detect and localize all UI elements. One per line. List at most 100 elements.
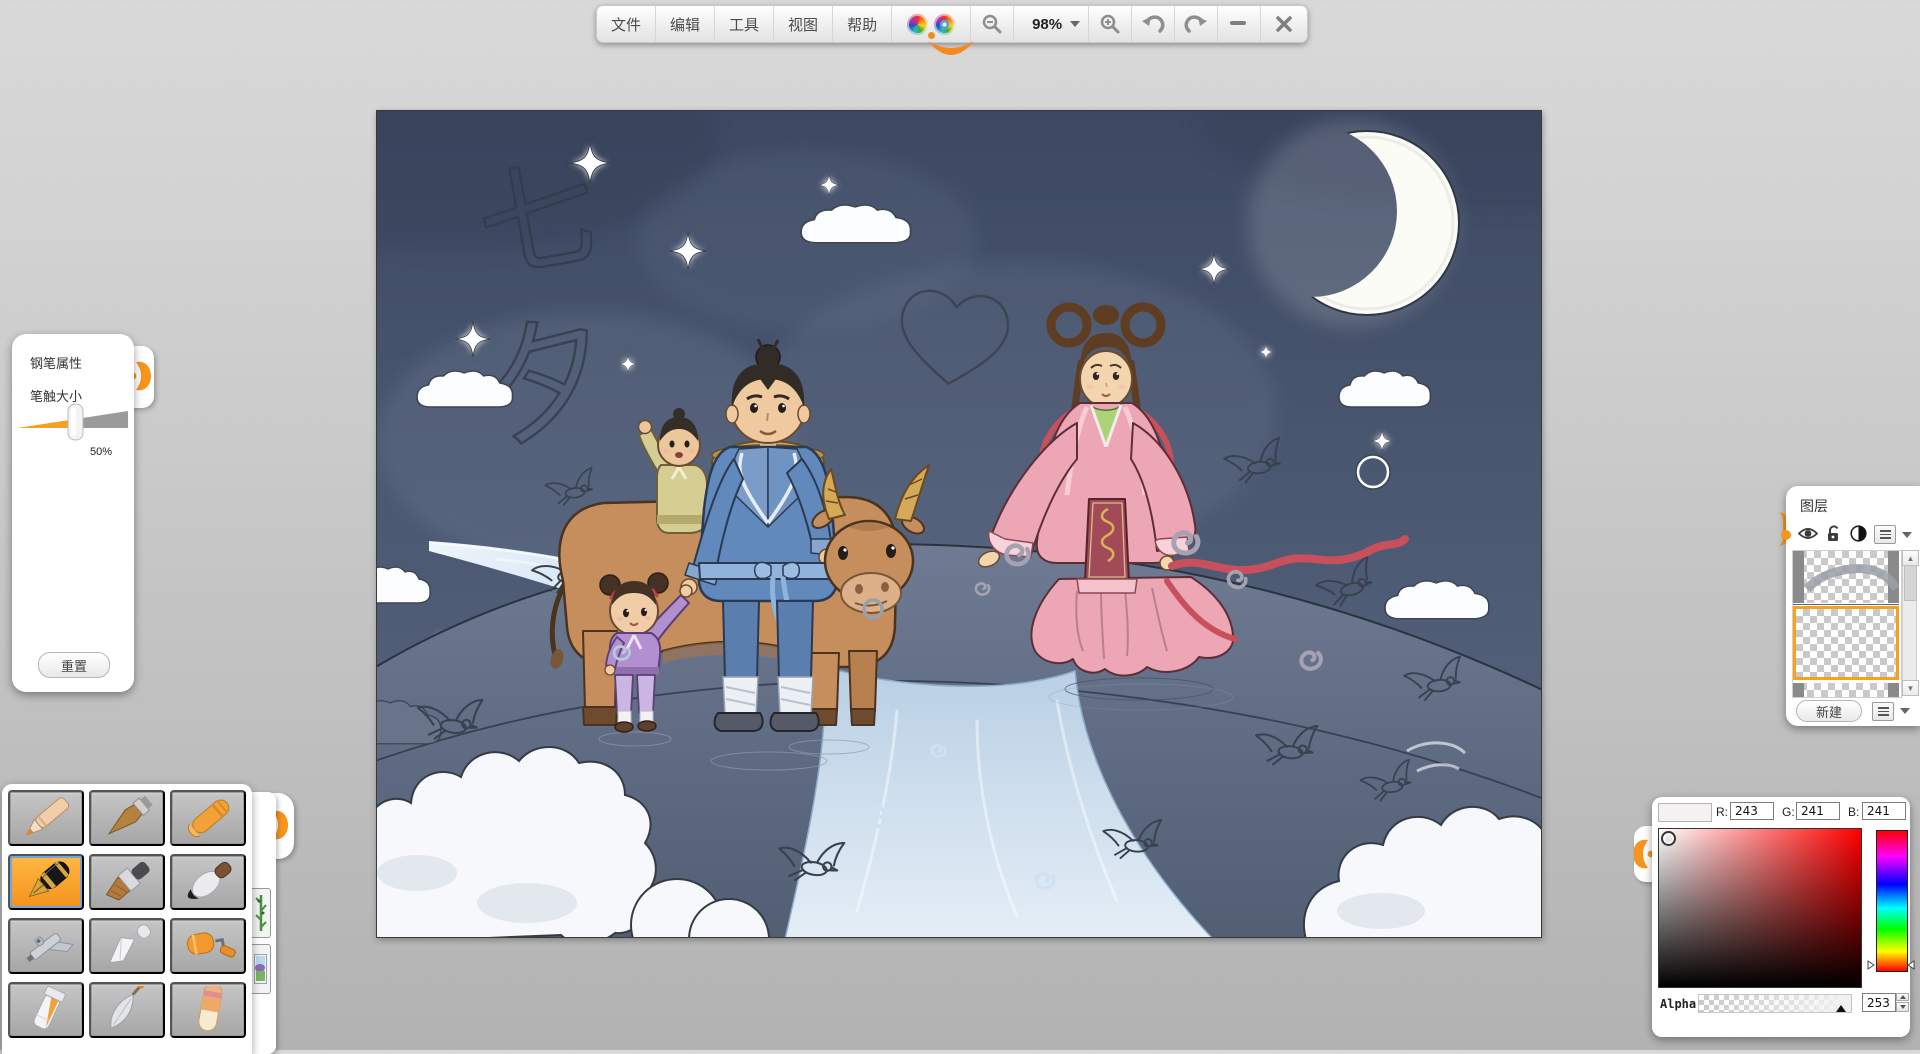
tool-palette-knife[interactable]: [89, 918, 165, 974]
mascot-dot-icon: [1781, 530, 1791, 540]
canvas-artwork: 七 夕: [197, 31, 1797, 980]
tool-wood-stylus[interactable]: [89, 790, 165, 846]
layer-list: [1792, 550, 1902, 698]
alpha-step-up-button[interactable]: [1896, 993, 1909, 1001]
alpha-slider[interactable]: [1698, 994, 1852, 1013]
menu-tools-label: 工具: [729, 16, 760, 34]
tool-leaf-blade[interactable]: [89, 982, 165, 1038]
tool-airbrush[interactable]: [8, 918, 84, 974]
magnifier-plus-icon: [1100, 14, 1120, 34]
redo-arrow-icon: [1184, 15, 1208, 33]
tool-crayon[interactable]: [170, 790, 246, 846]
layer-options-button[interactable]: [1874, 525, 1896, 544]
tool-palette-panel: [2, 784, 252, 1054]
bamboo-icon: [254, 895, 267, 931]
layers-panel: 图层 ▲ ▼ 新建: [1781, 486, 1920, 726]
scroll-up-button[interactable]: ▲: [1902, 550, 1919, 566]
color-picker-panel: R: G: B: Alpha: [1652, 797, 1915, 1037]
pen-properties-panel: 钢笔属性 笔触大小 50% 重置: [12, 334, 134, 692]
tool-flat-brush[interactable]: [89, 854, 165, 910]
close-button[interactable]: [1261, 6, 1307, 42]
layer-row-paint-selected[interactable]: [1793, 606, 1899, 680]
menu-view[interactable]: 视图: [774, 6, 834, 42]
bamboo-decor-button[interactable]: [250, 888, 271, 938]
current-color-swatch: [1658, 803, 1712, 822]
minimize-dash-icon: [1230, 21, 1247, 25]
menu-tools[interactable]: 工具: [715, 6, 775, 42]
brush-size-slider[interactable]: [16, 402, 130, 446]
alpha-step-down-button[interactable]: [1896, 1002, 1909, 1012]
brush-size-value: 50%: [90, 446, 113, 458]
menu-file-label: 文件: [611, 16, 642, 34]
reset-button-label: 重置: [60, 658, 87, 674]
menu-view-label: 视图: [788, 16, 819, 34]
tool-colored-pencil[interactable]: [8, 790, 84, 846]
stamp-picture-button[interactable]: [250, 944, 271, 994]
layer-scrollbar[interactable]: ▲ ▼: [1902, 550, 1919, 696]
mascot-left-eye-icon: [907, 13, 929, 35]
menu-help-label: 帮助: [847, 16, 878, 34]
layer-thumbnail-sketch: [1803, 564, 1899, 593]
mascot-button[interactable]: [892, 6, 972, 42]
menu-file[interactable]: 文件: [597, 6, 657, 42]
layer-row-partial[interactable]: [1793, 683, 1899, 697]
pen-panel-title: 钢笔属性: [30, 356, 83, 371]
zoom-level-value: 98%: [1032, 15, 1063, 33]
layer-row-sketch[interactable]: [1793, 551, 1899, 603]
scroll-thumb[interactable]: [1904, 565, 1917, 601]
mascot-right-eye-icon: [934, 13, 956, 35]
tool-fountain-pen[interactable]: [8, 854, 84, 910]
zoom-level-dropdown[interactable]: 98%: [1014, 6, 1090, 42]
alpha-value-stepper: [1862, 993, 1910, 1012]
alpha-label: Alpha: [1660, 997, 1697, 1011]
chevron-down-icon: [1070, 21, 1081, 27]
hue-marker-right-icon[interactable]: [1907, 960, 1915, 970]
tool-paint-bottle[interactable]: [8, 982, 84, 1038]
alpha-marker-icon[interactable]: [1836, 1005, 1846, 1012]
layer-lock-button[interactable]: [1826, 524, 1842, 542]
eye-icon: [1798, 528, 1818, 539]
slider-track: [18, 403, 128, 441]
hue-strip[interactable]: [1876, 830, 1908, 972]
close-x-icon: [1276, 16, 1292, 32]
new-layer-label: 新建: [1815, 704, 1842, 720]
color-selector-ring[interactable]: [1661, 831, 1676, 846]
red-input[interactable]: [1730, 802, 1774, 820]
hue-marker-left-icon[interactable]: [1867, 960, 1875, 970]
menu-edit-label: 编辑: [670, 16, 701, 34]
chevron-down-icon[interactable]: [1902, 532, 1912, 538]
tool-ink-brush[interactable]: [170, 854, 246, 910]
tool-paint-roller[interactable]: [170, 918, 246, 974]
blue-input[interactable]: [1862, 802, 1906, 820]
menu-help[interactable]: 帮助: [833, 6, 893, 42]
layer-list-menu-button[interactable]: [1872, 702, 1894, 721]
layer-blend-button[interactable]: [1850, 525, 1867, 542]
chevron-down-icon[interactable]: [1900, 708, 1910, 714]
redo-button[interactable]: [1175, 6, 1219, 42]
minimize-button[interactable]: [1218, 6, 1262, 42]
reset-button[interactable]: 重置: [38, 652, 110, 678]
mascot-nose-icon: [928, 32, 936, 39]
app-window: 七 夕 文件 编辑 工具 视图 帮助 98% 钢笔属性 笔触大小 50% 重置 …: [0, 0, 1920, 1054]
stamp-picture-icon: [254, 954, 267, 984]
mascot-mouth-icon: [928, 41, 974, 55]
undo-arrow-icon: [1142, 15, 1165, 33]
scroll-down-button[interactable]: ▼: [1902, 680, 1919, 696]
layer-visibility-button[interactable]: [1798, 526, 1818, 541]
alpha-input[interactable]: [1862, 993, 1896, 1012]
main-toolbar: 文件 编辑 工具 视图 帮助 98%: [596, 5, 1309, 43]
magnifier-minus-icon: [982, 14, 1002, 34]
zoom-out-button[interactable]: [971, 6, 1015, 42]
blend-circle-icon: [1850, 525, 1867, 542]
undo-button[interactable]: [1132, 6, 1176, 42]
layers-panel-title: 图层: [1800, 498, 1828, 514]
tool-eraser[interactable]: [170, 982, 246, 1038]
green-input[interactable]: [1796, 802, 1840, 820]
open-lock-icon: [1828, 525, 1839, 541]
menu-edit[interactable]: 编辑: [656, 6, 716, 42]
saturation-value-gradient[interactable]: [1658, 828, 1862, 988]
blue-label: B:: [1848, 805, 1860, 819]
drawing-canvas[interactable]: 七 夕: [197, 31, 1797, 980]
zoom-in-button[interactable]: [1089, 6, 1133, 42]
new-layer-button[interactable]: 新建: [1796, 700, 1862, 722]
